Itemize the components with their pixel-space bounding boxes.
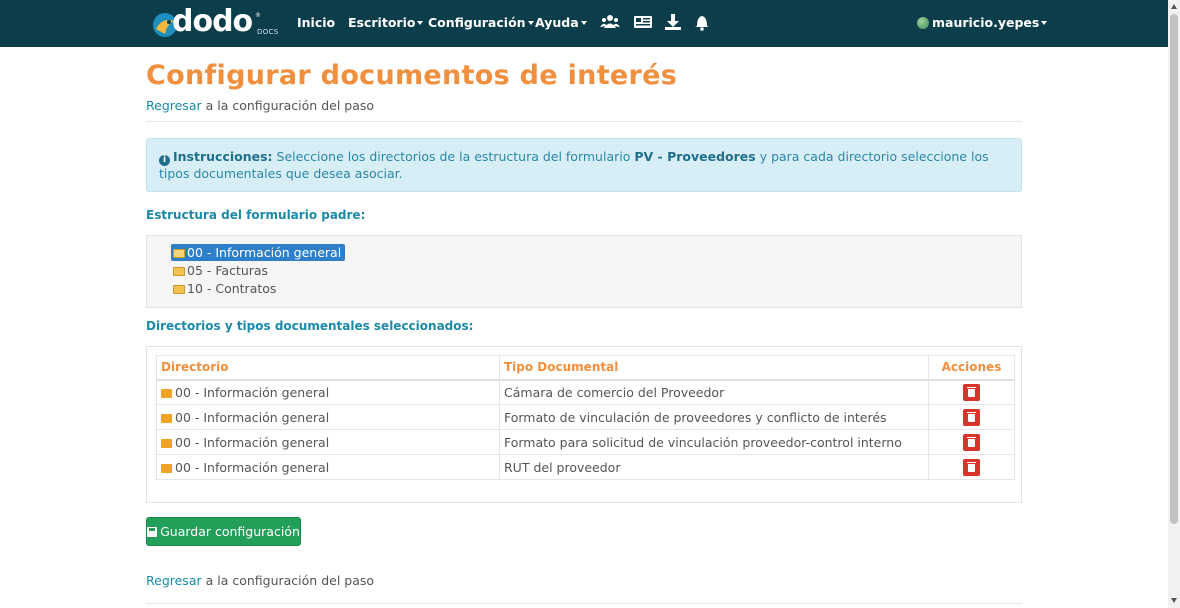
folder-icon bbox=[161, 413, 172, 423]
nav-ayuda-label: Ayuda bbox=[535, 15, 579, 30]
trash-icon bbox=[967, 461, 976, 472]
folder-icon bbox=[173, 267, 185, 276]
tree-node[interactable]: 10 - Contratos bbox=[171, 280, 280, 297]
folder-tree: 00 - Información general 05 - Facturas 1… bbox=[146, 235, 1022, 308]
folder-icon bbox=[161, 388, 172, 398]
divider bbox=[146, 603, 1022, 604]
delete-button[interactable] bbox=[963, 458, 980, 476]
cell-directorio: 00 - Información general bbox=[156, 404, 500, 430]
info-icon: i bbox=[159, 155, 170, 166]
tree-node[interactable]: 00 - Información general bbox=[171, 244, 346, 261]
divider bbox=[146, 121, 1022, 122]
avatar bbox=[917, 17, 929, 29]
brand-word: dodo bbox=[172, 4, 253, 39]
instructions-label: Instrucciones: bbox=[173, 149, 273, 164]
table-header-row: Directorio Tipo Documental Acciones bbox=[156, 355, 1015, 381]
folder-open-icon bbox=[173, 249, 185, 258]
cell-acciones bbox=[928, 379, 1015, 405]
save-config-label: Guardar configuración bbox=[160, 524, 300, 539]
nav-inicio[interactable]: Inicio bbox=[297, 15, 335, 30]
back-text: a la configuración del paso bbox=[201, 573, 375, 588]
col-header-acciones: Acciones bbox=[928, 355, 1015, 381]
trash-icon bbox=[967, 386, 976, 397]
page-title: Configurar documentos de interés bbox=[146, 60, 678, 91]
bell-icon[interactable] bbox=[692, 13, 712, 31]
newspaper-icon[interactable] bbox=[633, 13, 653, 31]
tree-node-label: 10 - Contratos bbox=[187, 281, 277, 296]
brand-registered: ® bbox=[255, 12, 261, 19]
brand-sub: DOCS bbox=[257, 28, 279, 36]
selected-section-label: Directorios y tipos documentales selecci… bbox=[146, 319, 474, 333]
table-row: 00 - Información general Formato para so… bbox=[156, 429, 1015, 455]
nav-ayuda[interactable]: Ayuda bbox=[535, 15, 587, 30]
floppy-disk-icon bbox=[147, 527, 158, 537]
cell-tipo: RUT del proveedor bbox=[499, 454, 929, 480]
instructions-alert: i Instrucciones: Seleccione los directori… bbox=[146, 138, 1022, 192]
table-row: 00 - Información general RUT del proveed… bbox=[156, 454, 1015, 480]
back-link-top[interactable]: Regresar bbox=[146, 98, 202, 113]
delete-button[interactable] bbox=[963, 408, 980, 426]
chevron-down-icon bbox=[580, 21, 587, 25]
back-link-bottom[interactable]: Regresar bbox=[146, 573, 202, 588]
cell-tipo: Formato para solicitud de vinculación pr… bbox=[499, 429, 929, 455]
scroll-down-icon[interactable] bbox=[1171, 598, 1177, 603]
save-config-button[interactable]: Guardar configuración bbox=[146, 517, 301, 546]
cell-acciones bbox=[928, 429, 1015, 455]
cell-acciones bbox=[928, 454, 1015, 480]
selected-table: Directorio Tipo Documental Acciones 00 -… bbox=[156, 355, 1015, 480]
back-text: a la configuración del paso bbox=[201, 98, 375, 113]
nav-configuracion-label: Configuración bbox=[428, 15, 526, 30]
trash-icon bbox=[967, 411, 976, 422]
table-row: 00 - Información general Formato de vinc… bbox=[156, 404, 1015, 430]
cell-directorio: 00 - Información general bbox=[156, 454, 500, 480]
page-scrollbar[interactable] bbox=[1168, 0, 1180, 608]
back-line-bottom: Regresar a la configuración del paso bbox=[146, 573, 374, 588]
cell-directorio: 00 - Información general bbox=[156, 379, 500, 405]
tree-node-label: 05 - Facturas bbox=[187, 263, 269, 278]
col-header-tipo: Tipo Documental bbox=[499, 355, 929, 381]
col-header-directorio: Directorio bbox=[156, 355, 500, 381]
chevron-down-icon bbox=[417, 21, 424, 25]
scrollbar-thumb[interactable] bbox=[1170, 14, 1178, 524]
instructions-text-before: Seleccione los directorios de la estruct… bbox=[272, 149, 635, 164]
chevron-down-icon bbox=[1041, 21, 1048, 25]
cell-acciones bbox=[928, 404, 1015, 430]
folder-icon bbox=[161, 438, 172, 448]
cell-tipo: Cámara de comercio del Proveedor bbox=[499, 379, 929, 405]
delete-button[interactable] bbox=[963, 383, 980, 401]
folder-icon bbox=[161, 463, 172, 473]
nav-configuracion[interactable]: Configuración bbox=[428, 15, 534, 30]
scroll-up-icon[interactable] bbox=[1171, 4, 1177, 9]
tree-node-label: 00 - Información general bbox=[187, 245, 342, 260]
nav-inicio-label: Inicio bbox=[297, 15, 336, 30]
cell-directorio-text: 00 - Información general bbox=[175, 459, 330, 475]
cell-directorio-text: 00 - Información general bbox=[175, 384, 330, 400]
cell-directorio-text: 00 - Información general bbox=[175, 434, 330, 450]
trash-icon bbox=[967, 436, 976, 447]
brand-logo[interactable]: dodo ® DOCS bbox=[150, 4, 280, 42]
user-menu[interactable]: mauricio.yepes bbox=[917, 15, 1048, 30]
chevron-down-icon bbox=[527, 21, 534, 25]
nav-escritorio-label: Escritorio bbox=[348, 15, 416, 30]
folder-icon bbox=[173, 285, 185, 294]
top-navbar: dodo ® DOCS Inicio Escritorio Configurac… bbox=[0, 0, 1168, 47]
cell-directorio-text: 00 - Información general bbox=[175, 409, 330, 425]
user-name: mauricio.yepes bbox=[932, 15, 1040, 30]
nav-escritorio[interactable]: Escritorio bbox=[348, 15, 424, 30]
table-row: 00 - Información general Cámara de comer… bbox=[156, 379, 1015, 405]
tree-section-label: Estructura del formulario padre: bbox=[146, 208, 366, 222]
download-icon[interactable] bbox=[663, 13, 683, 31]
back-line-top: Regresar a la configuración del paso bbox=[146, 98, 374, 113]
form-name: PV - Proveedores bbox=[634, 149, 756, 164]
users-icon[interactable] bbox=[600, 13, 620, 31]
tree-node[interactable]: 05 - Facturas bbox=[171, 262, 272, 279]
cell-tipo: Formato de vinculación de proveedores y … bbox=[499, 404, 929, 430]
cell-directorio: 00 - Información general bbox=[156, 429, 500, 455]
delete-button[interactable] bbox=[963, 433, 980, 451]
selected-table-panel: Directorio Tipo Documental Acciones 00 -… bbox=[146, 346, 1022, 503]
